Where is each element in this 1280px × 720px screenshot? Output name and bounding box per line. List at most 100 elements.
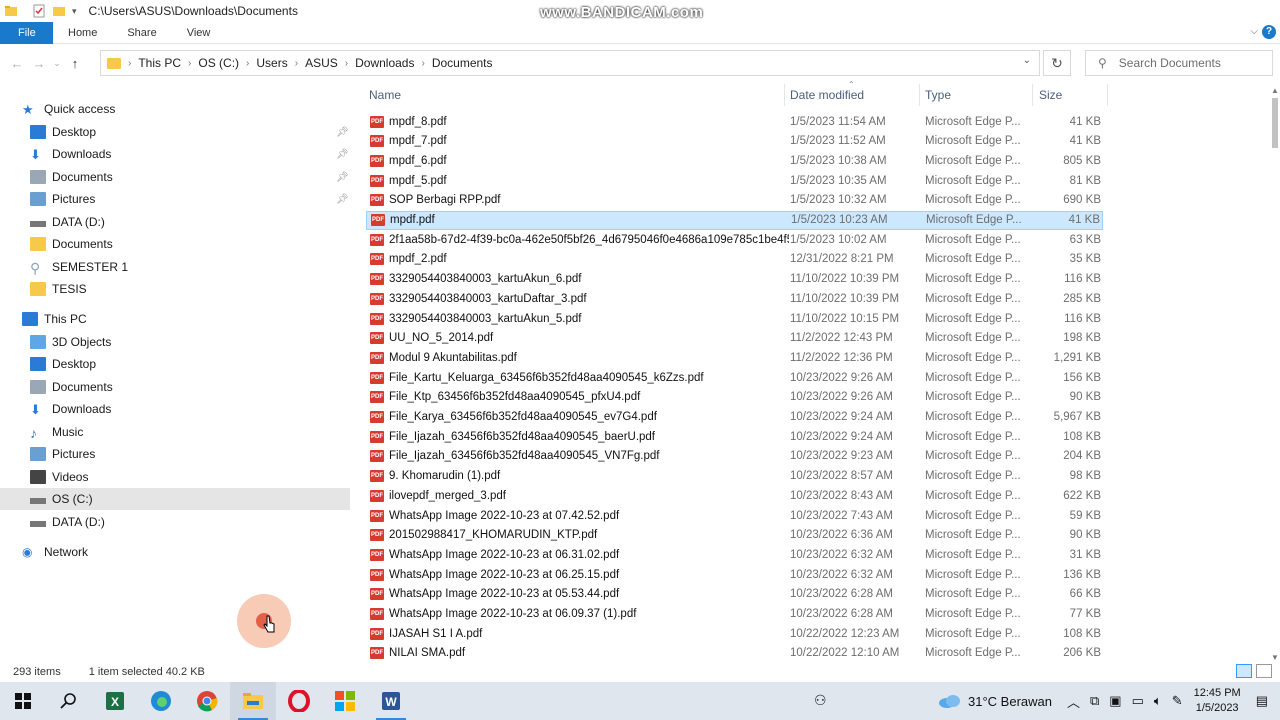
file-row[interactable]: PDF IJASAH S1 I A.pdf 10/22/2022 12:23 AM M… [366,624,1103,643]
file-row[interactable]: PDF mpdf_8.pdf 1/5/2023 11:54 AM Microsoft … [366,112,1103,131]
quick-access-dropdown-icon[interactable]: ▾ [72,6,77,17]
file-row[interactable]: PDF 201502988417_KHOMARUDIN_KTP.pdf 10/23/… [366,526,1103,545]
file-row[interactable]: PDF WhatsApp Image 2022-10-23 at 07.42.52… [366,506,1103,525]
file-row[interactable]: PDF File_Kartu_Keluarga_63456f6b352fd48aa… [366,368,1103,387]
file-row[interactable]: PDF 9. Khomarudin (1).pdf 10/23/2022 8:57 … [366,467,1103,486]
display-icon[interactable]: ▣ [1109,693,1121,709]
search-input[interactable]: ⚲ Search Documents [1085,50,1273,76]
refresh-button[interactable]: ↻ [1043,50,1071,76]
address-dropdown-icon[interactable]: ⌄ [1023,55,1031,66]
file-row[interactable]: PDF UU_NO_5_2014.pdf 11/2/2022 12:43 PM Mic… [366,329,1103,348]
people-icon[interactable]: ⚇ [814,692,827,709]
sidebar-item-data-d[interactable]: DATA (D:) [0,211,350,233]
sidebar-item-semester-1[interactable]: ⚲ SEMESTER 1 [0,256,350,278]
taskbar-chrome[interactable] [184,682,230,720]
tab-view[interactable]: View [172,22,226,44]
vertical-scrollbar[interactable]: ▲ ▼ [1270,86,1280,662]
sidebar-item-network[interactable]: ◉ Network [0,541,350,563]
sidebar-item-documents[interactable]: Documents [0,233,350,255]
sidebar-item-desktop[interactable]: Desktop 📌︎ [0,121,350,143]
taskbar-opera[interactable] [276,682,322,720]
sidebar-item-downloads[interactable]: ⬇ Downloads 📌︎ [0,143,350,165]
breadcrumb-users[interactable]: Users [256,56,287,70]
file-row[interactable]: PDF mpdf_2.pdf 12/31/2022 8:21 PM Microsoft… [366,250,1103,269]
file-row[interactable]: PDF Modul 9 Akuntabilitas.pdf 11/2/2022 12… [366,348,1103,367]
taskbar-excel[interactable]: X [92,682,138,720]
file-row[interactable]: PDF File_Ktp_63456f6b352fd48aa4090545_pfx… [366,388,1103,407]
battery-icon[interactable]: ▭ [1132,693,1144,709]
file-row[interactable]: PDF NILAI SMA.pdf 10/22/2022 12:10 AM Micro… [366,644,1103,663]
taskbar-search-button[interactable] [46,682,92,720]
file-row[interactable]: PDF WhatsApp Image 2022-10-23 at 05.53.44… [366,585,1103,604]
network-tray-icon[interactable]: ⧉ [1090,693,1099,709]
help-icon[interactable]: ? [1262,25,1276,39]
sidebar-item-music[interactable]: ♪ Music [0,421,350,443]
new-folder-icon[interactable] [52,4,66,18]
forward-arrow-icon[interactable]: → [28,56,50,71]
sidebar-item-tesis[interactable]: TESIS [0,278,350,300]
breadcrumb-this-pc[interactable]: This PC [138,56,181,70]
chevron-right-icon[interactable]: › [345,58,348,69]
start-button[interactable] [0,682,46,720]
sidebar-item-data-d[interactable]: DATA (D:) [0,511,350,533]
sidebar-item-pictures[interactable]: Pictures [0,443,350,465]
chevron-right-icon[interactable]: › [188,58,191,69]
back-arrow-icon[interactable]: ← [6,56,28,71]
chevron-right-icon[interactable]: › [128,58,131,69]
recent-locations-icon[interactable]: ⌄ [50,58,64,69]
pen-icon[interactable]: ✎ [1172,693,1183,709]
sidebar-item-this-pc[interactable]: This PC [0,308,350,330]
tab-share[interactable]: Share [112,22,171,44]
file-row[interactable]: PDF 3329054403840003_kartuAkun_6.pdf 11/10… [366,270,1103,289]
file-row[interactable]: PDF mpdf_7.pdf 1/5/2023 11:52 AM Microsoft … [366,132,1103,151]
sidebar-item-desktop[interactable]: Desktop [0,353,350,375]
file-row[interactable]: PDF 3329054403840003_kartuDaftar_3.pdf 11/… [366,289,1103,308]
file-row[interactable]: PDF WhatsApp Image 2022-10-23 at 06.09.37… [366,605,1103,624]
scrollbar-thumb[interactable] [1272,98,1278,148]
sidebar-item-3d-objects[interactable]: 3D Objects [0,331,350,353]
address-bar[interactable]: › This PC › OS (C:) › Users › ASUS › Download… [100,50,1040,76]
chevron-right-icon[interactable]: › [295,58,298,69]
sidebar-item-os-c[interactable]: OS (C:) [0,488,350,510]
clock[interactable]: 12:45 PM 1/5/2023 [1194,686,1241,716]
large-icons-view-icon[interactable] [1256,664,1272,678]
tab-file[interactable]: File [0,21,53,44]
column-header-size[interactable]: Size [1039,84,1062,106]
file-row[interactable]: PDF ilovepdf_merged_3.pdf 10/23/2022 8:43 … [366,486,1103,505]
breadcrumb-os-c[interactable]: OS (C:) [198,56,239,70]
properties-icon[interactable] [32,4,46,18]
breadcrumb-asus[interactable]: ASUS [305,56,338,70]
file-row[interactable]: PDF File_Ijazah_63456f6b352fd48aa4090545_… [366,447,1103,466]
chevron-up-icon[interactable]: ︿ [1067,692,1080,711]
file-row[interactable]: PDF File_Karya_63456f6b352fd48aa4090545_e… [366,408,1103,427]
breadcrumb-documents[interactable]: Documents [432,56,493,70]
sidebar-item-documents[interactable]: Documents [0,376,350,398]
tab-home[interactable]: Home [53,22,112,44]
scroll-up-icon[interactable]: ▲ [1271,86,1279,95]
file-row[interactable]: PDF SOP Berbagi RPP.pdf 1/5/2023 10:32 AM M… [366,191,1103,210]
sidebar-item-downloads[interactable]: ⬇ Downloads [0,398,350,420]
taskbar-file-explorer[interactable] [230,682,276,720]
file-row[interactable]: PDF mpdf_6.pdf 1/5/2023 10:38 AM Microsoft … [366,151,1103,170]
sidebar-item-pictures[interactable]: Pictures 📌︎ [0,188,350,210]
file-row[interactable]: PDF File_Ijazah_63456f6b352fd48aa4090545_… [366,427,1103,446]
volume-icon[interactable]: 🔈︎ [1154,693,1162,709]
sidebar-item-videos[interactable]: Videos [0,466,350,488]
column-header-name[interactable]: Name [369,84,401,106]
file-row[interactable]: PDF mpdf_5.pdf 1/5/2023 10:35 AM Microsoft … [366,171,1103,190]
up-arrow-icon[interactable]: ↑ [64,56,86,71]
breadcrumb-downloads[interactable]: Downloads [355,56,414,70]
file-row[interactable]: PDF WhatsApp Image 2022-10-23 at 06.31.02… [366,545,1103,564]
taskbar-edge[interactable] [138,682,184,720]
notifications-icon[interactable]: ▤ [1256,693,1268,709]
scroll-down-icon[interactable]: ▼ [1271,653,1279,662]
chevron-right-icon[interactable]: › [246,58,249,69]
file-row[interactable]: PDF 2f1aa58b-67d2-4f39-bc0a-462e50f5bf26_… [366,230,1103,249]
chevron-right-icon[interactable]: › [421,58,424,69]
sidebar-item-quick-access[interactable]: ★ Quick access [0,98,350,120]
file-row[interactable]: PDF WhatsApp Image 2022-10-23 at 06.25.15… [366,565,1103,584]
taskbar-word[interactable]: W [368,682,414,720]
column-header-type[interactable]: Type [925,84,951,106]
weather-widget[interactable]: 31°C Berawan [938,693,1052,709]
details-view-icon[interactable] [1236,664,1252,678]
